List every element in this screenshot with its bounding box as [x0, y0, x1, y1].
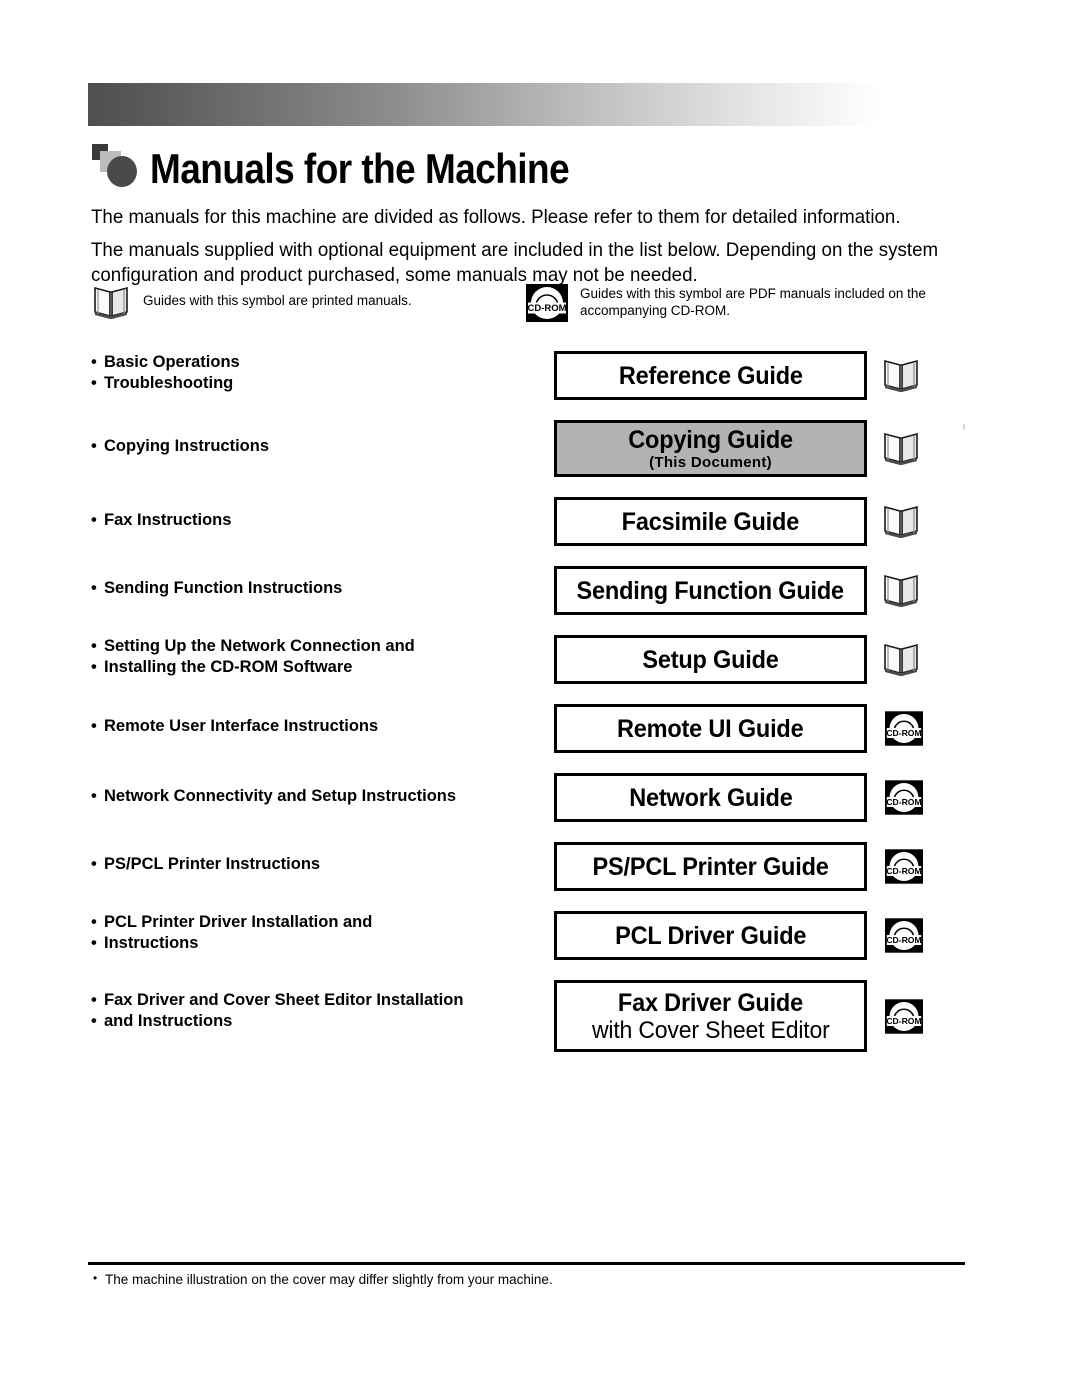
- cd-rom-icon: CD-ROM: [881, 711, 927, 746]
- guide-title: Setup Guide: [642, 645, 779, 674]
- description-line: Installing the CD-ROM Software: [91, 657, 541, 678]
- manual-description: Basic Operations Troubleshooting: [91, 352, 541, 394]
- description-line: Network Connectivity and Setup Instructi…: [91, 786, 541, 807]
- guide-entry[interactable]: Reference Guide: [554, 351, 921, 400]
- guide-box-remote-ui[interactable]: Remote UI Guide: [554, 704, 867, 753]
- open-book-icon: [881, 639, 921, 681]
- cd-rom-icon: CD-ROM: [881, 849, 927, 884]
- svg-text:CD-ROM: CD-ROM: [886, 1015, 921, 1025]
- guide-box-facsimile[interactable]: Facsimile Guide: [554, 497, 867, 546]
- guide-title: Remote UI Guide: [617, 714, 804, 743]
- guide-entry[interactable]: Sending Function Guide: [554, 566, 921, 615]
- guide-title: Network Guide: [628, 783, 793, 812]
- description-line: Sending Function Instructions: [91, 578, 541, 599]
- manual-description: Network Connectivity and Setup Instructi…: [91, 786, 541, 807]
- guide-entry[interactable]: Fax Driver Guide with Cover Sheet Editor…: [554, 980, 927, 1052]
- guide-entry[interactable]: Network Guide CD-ROM: [554, 773, 927, 822]
- svg-text:CD-ROM: CD-ROM: [886, 866, 921, 876]
- guide-title: Sending Function Guide: [576, 576, 845, 605]
- footer-note: The machine illustration on the cover ma…: [93, 1270, 985, 1288]
- description-line: Troubleshooting: [91, 373, 541, 394]
- cd-rom-icon: CD-ROM: [881, 918, 927, 953]
- svg-text:CD-ROM: CD-ROM: [886, 797, 921, 807]
- svg-text:CD-ROM: CD-ROM: [886, 728, 921, 738]
- guide-title: PS/PCL Printer Guide: [592, 852, 829, 881]
- svg-text:CD-ROM: CD-ROM: [886, 935, 921, 945]
- guide-entry[interactable]: Facsimile Guide: [554, 497, 921, 546]
- cd-rom-icon: CD-ROM: [881, 780, 927, 815]
- description-line: Copying Instructions: [91, 436, 541, 457]
- guide-entry[interactable]: PS/PCL Printer Guide CD-ROM: [554, 842, 927, 891]
- guide-box-fax-driver[interactable]: Fax Driver Guide with Cover Sheet Editor: [554, 980, 867, 1052]
- description-line: PS/PCL Printer Instructions: [91, 854, 541, 875]
- guide-box-network[interactable]: Network Guide: [554, 773, 867, 822]
- description-line: Setting Up the Network Connection and: [91, 636, 541, 657]
- guide-entry[interactable]: Copying Guide (This Document): [554, 420, 921, 477]
- open-book-icon: [881, 501, 921, 543]
- cd-rom-icon: CD-ROM: [881, 998, 927, 1034]
- footer-divider: [88, 1262, 965, 1265]
- guide-title: Copying Guide: [628, 426, 793, 454]
- manual-description: Copying Instructions: [91, 436, 541, 457]
- guide-subtitle: (This Document): [649, 454, 772, 471]
- guide-box-sending-function[interactable]: Sending Function Guide: [554, 566, 867, 615]
- guide-title: Fax Driver Guide: [617, 988, 804, 1017]
- guide-entry[interactable]: Remote UI Guide CD-ROM: [554, 704, 927, 753]
- manual-description: Remote User Interface Instructions: [91, 716, 541, 737]
- description-line: PCL Printer Driver Installation and: [91, 912, 541, 933]
- description-line: Instructions: [91, 933, 541, 954]
- description-line: Fax Driver and Cover Sheet Editor Instal…: [91, 990, 561, 1011]
- description-line: Fax Instructions: [91, 510, 541, 531]
- manual-description: PCL Printer Driver Installation and Inst…: [91, 912, 541, 954]
- manuals-list: Basic Operations Troubleshooting Referen…: [0, 0, 1080, 1388]
- manual-description: Fax Driver and Cover Sheet Editor Instal…: [91, 990, 561, 1032]
- guide-entry[interactable]: Setup Guide: [554, 635, 921, 684]
- open-book-icon: [881, 428, 921, 470]
- manual-description: Setting Up the Network Connection and In…: [91, 636, 541, 678]
- guide-box-pcl-driver[interactable]: PCL Driver Guide: [554, 911, 867, 960]
- description-line: Basic Operations: [91, 352, 541, 373]
- guide-title: Facsimile Guide: [621, 507, 800, 536]
- manual-description: Sending Function Instructions: [91, 578, 541, 599]
- guide-box-setup[interactable]: Setup Guide: [554, 635, 867, 684]
- description-line: and Instructions: [91, 1011, 561, 1032]
- guide-entry[interactable]: PCL Driver Guide CD-ROM: [554, 911, 927, 960]
- manual-description: PS/PCL Printer Instructions: [91, 854, 541, 875]
- guide-title: Reference Guide: [618, 361, 803, 390]
- open-book-icon: [881, 355, 921, 397]
- guide-box-ps-pcl-printer[interactable]: PS/PCL Printer Guide: [554, 842, 867, 891]
- open-book-icon: [881, 570, 921, 612]
- guide-box-reference[interactable]: Reference Guide: [554, 351, 867, 400]
- guide-subtitle: with Cover Sheet Editor: [591, 1016, 830, 1044]
- guide-box-copying-current[interactable]: Copying Guide (This Document): [554, 420, 867, 477]
- guide-title: PCL Driver Guide: [614, 921, 807, 950]
- manual-description: Fax Instructions: [91, 510, 541, 531]
- description-line: Remote User Interface Instructions: [91, 716, 541, 737]
